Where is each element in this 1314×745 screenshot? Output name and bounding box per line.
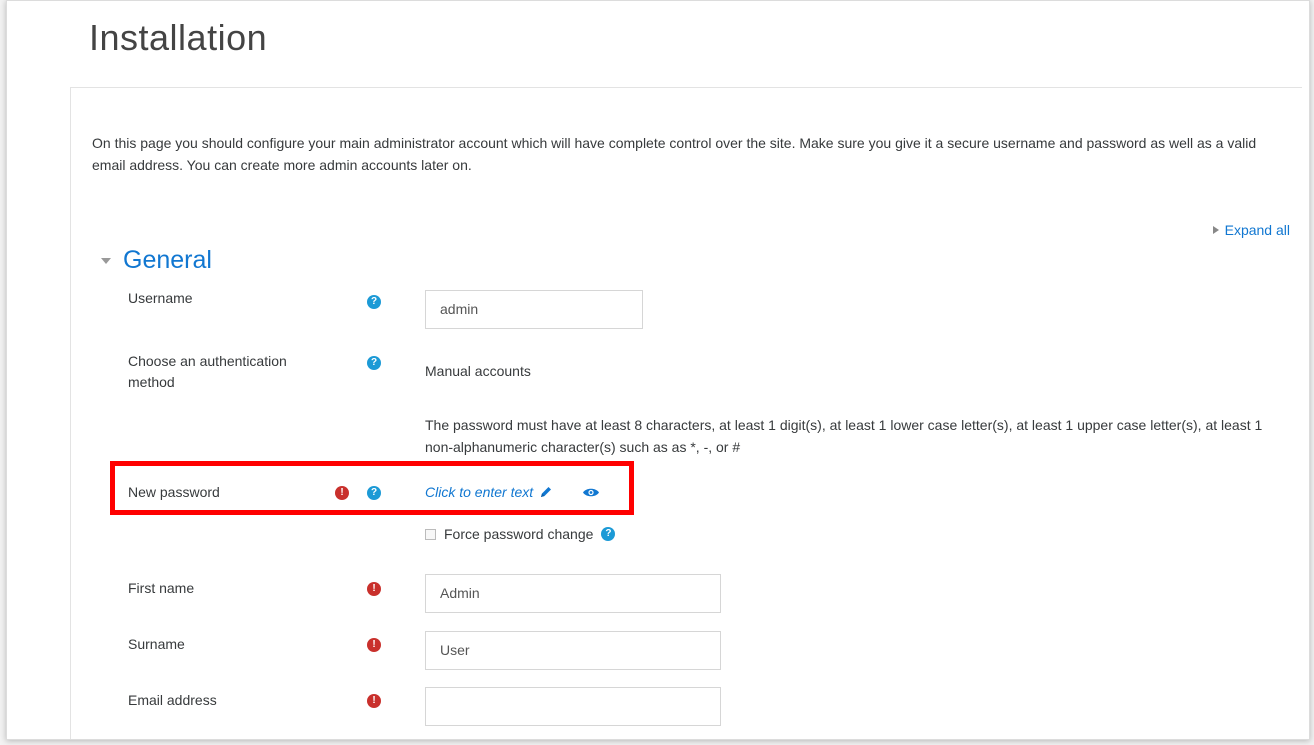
auth-method-value: Manual accounts: [425, 363, 531, 379]
form-container: On this page you should configure your m…: [70, 87, 1302, 739]
email-input[interactable]: [425, 687, 721, 726]
section-title: General: [123, 246, 212, 274]
force-password-change-checkbox[interactable]: [425, 528, 436, 540]
surname-input[interactable]: User: [425, 631, 721, 670]
installation-page: Installation On this page you should con…: [6, 0, 1310, 740]
username-input[interactable]: admin: [425, 290, 643, 329]
expand-all-label: Expand all: [1224, 222, 1290, 238]
password-rules-text: The password must have at least 8 charac…: [425, 417, 1263, 455]
force-password-change-label: Force password change: [444, 526, 594, 542]
first-name-label: First name: [128, 580, 195, 596]
page-title: Installation: [89, 17, 268, 58]
email-required-icon: !: [367, 694, 381, 708]
surname-required-icon: !: [367, 638, 381, 652]
force-password-change-row: Force password change ?: [425, 526, 616, 542]
first-name-required-icon: !: [367, 582, 381, 596]
annotation-highlight-box: [110, 461, 634, 515]
username-help-icon[interactable]: ?: [367, 295, 381, 309]
first-name-input[interactable]: Admin: [425, 574, 721, 613]
section-general-toggle[interactable]: General: [101, 246, 212, 275]
auth-help-icon[interactable]: ?: [367, 356, 381, 370]
email-label: Email address: [128, 692, 217, 708]
expand-triangle-icon: [1212, 226, 1219, 234]
caret-down-icon: [101, 257, 111, 264]
username-label: Username: [128, 290, 193, 306]
surname-label: Surname: [128, 636, 185, 652]
auth-method-label: Choose an authentication method: [128, 353, 287, 390]
expand-all-link[interactable]: Expand all: [1212, 222, 1290, 238]
intro-text: On this page you should configure your m…: [92, 135, 1257, 173]
force-password-help-icon[interactable]: ?: [601, 527, 616, 541]
